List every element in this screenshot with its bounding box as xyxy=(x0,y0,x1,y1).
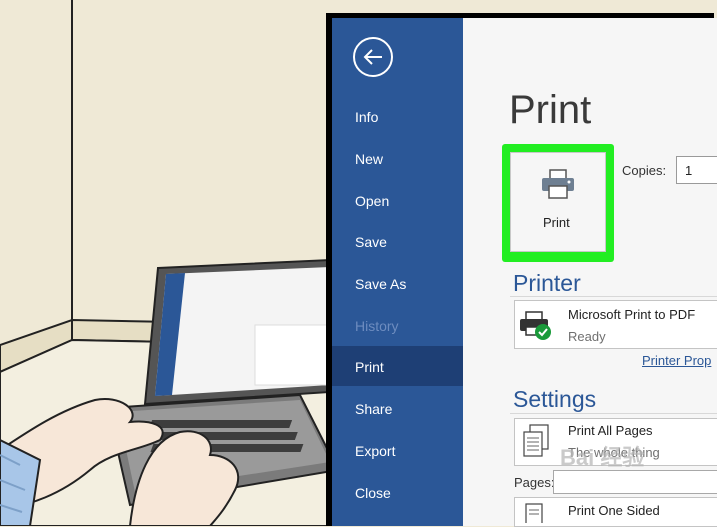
settings-section-divider xyxy=(510,413,717,414)
printer-name: Microsoft Print to PDF xyxy=(568,307,696,322)
back-arrow-icon xyxy=(363,49,382,65)
sidebar-item-export[interactable]: Export xyxy=(355,443,395,459)
sided-title: Print One Sided xyxy=(568,503,660,518)
settings-section-title: Settings xyxy=(513,386,597,412)
sidebar-item-share[interactable]: Share xyxy=(355,401,392,417)
pdf-printer-icon xyxy=(520,311,551,340)
pages-icon xyxy=(523,424,549,457)
sidebar-item-save[interactable]: Save xyxy=(355,234,387,250)
sidebar-item-new[interactable]: New xyxy=(355,151,383,167)
sidebar-item-open[interactable]: Open xyxy=(355,193,389,209)
one-sided-icon xyxy=(525,503,543,523)
print-button[interactable] xyxy=(510,152,606,252)
watermark: Bai 经验 xyxy=(560,445,645,470)
printer-status: Ready xyxy=(568,329,606,344)
page-title: Print xyxy=(509,88,592,132)
print-button-label: Print xyxy=(543,215,570,230)
back-button[interactable] xyxy=(353,37,393,77)
copies-label: Copies: xyxy=(622,163,667,178)
sidebar-item-close[interactable]: Close xyxy=(355,485,391,501)
ready-check-icon xyxy=(535,324,551,340)
sidebar-item-info[interactable]: Info xyxy=(355,109,378,125)
print-pages-title: Print All Pages xyxy=(568,423,653,438)
pages-label: Pages: xyxy=(514,475,555,490)
printer-section-title: Printer xyxy=(513,270,581,296)
sidebar-item-print-selected-bg xyxy=(332,346,463,386)
sidebar-item-print[interactable]: Print xyxy=(355,359,384,375)
sidebar-item-save-as[interactable]: Save As xyxy=(355,276,406,292)
copies-input[interactable]: 1 xyxy=(676,156,717,184)
printer-properties-link[interactable]: Printer Prop xyxy=(642,353,711,368)
backstage-sidebar xyxy=(332,18,463,526)
printer-icon xyxy=(542,169,574,199)
printer-section-divider xyxy=(510,296,717,297)
sidebar-item-history: History xyxy=(355,318,399,334)
pages-input[interactable] xyxy=(553,470,717,494)
